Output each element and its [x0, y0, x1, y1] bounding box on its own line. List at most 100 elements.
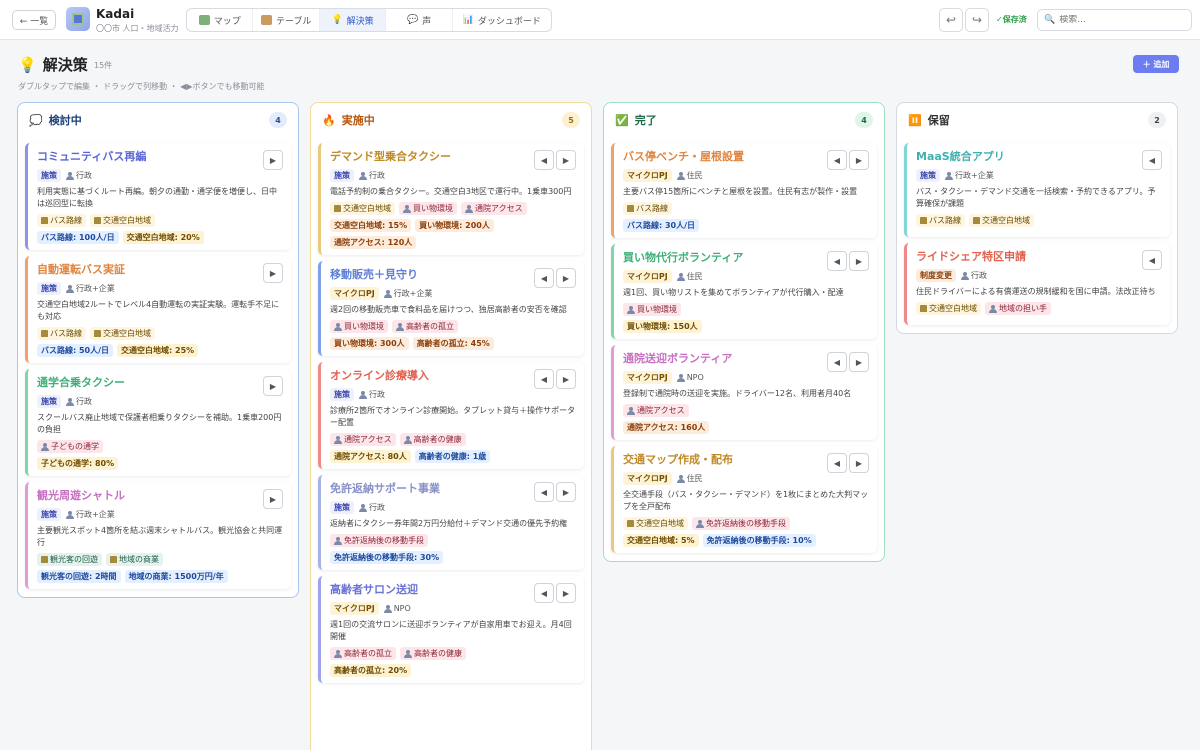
solution-card[interactable]: 高齢者サロン送迎 マイクロPJ NPO 週1回の交流サロンに送迎ボランティアが自家用車… [318, 576, 584, 683]
metric-badge: 高齢者の孤立: 45% [412, 337, 494, 350]
metric-badge: 免許返納後の移動手段: 30% [330, 551, 444, 564]
solution-card[interactable]: 通学合乗タクシー 施策 行政 スクールバス廃止地域で保護者相乗りタクシーを補助。1乗車… [25, 369, 291, 476]
issue-tag[interactable]: バス路線 [623, 202, 672, 215]
column-footer-space [604, 553, 884, 561]
solution-card[interactable]: 移動販売＋見守り マイクロPJ 行政+企業 週2回の移動販売車で食料品を届けつつ、独居… [318, 261, 584, 356]
move-right-button[interactable]: ▶ [556, 150, 576, 170]
issue-tag[interactable]: 地域の商業 [106, 553, 163, 566]
issue-tag[interactable]: 通院アクセス [461, 202, 527, 215]
issue-tag[interactable]: バス路線 [37, 327, 86, 340]
column-header[interactable]: 🔥 実施中 5 [311, 103, 591, 137]
issue-tag[interactable]: 地域の担い手 [985, 302, 1051, 315]
actor-label: 行政+企業 [66, 509, 115, 520]
undo-button[interactable]: ↩ [939, 8, 963, 32]
move-right-button[interactable]: ▶ [556, 583, 576, 603]
issue-tag[interactable]: 通院アクセス [330, 433, 396, 446]
metric-badge: バス路線: 50人/日 [37, 344, 114, 357]
actor-label: NPO [676, 373, 704, 382]
tab-solutions[interactable]: 💡 解決策 [319, 9, 387, 31]
issue-tag[interactable]: 交通空白地域 [623, 517, 688, 530]
linked-issues: 通院アクセス [623, 404, 869, 417]
move-left-button[interactable]: ◀ [827, 251, 847, 271]
move-right-button[interactable]: ▶ [263, 489, 283, 509]
move-left-button[interactable]: ◀ [827, 352, 847, 372]
back-to-list-button[interactable]: ← 一覧 [12, 10, 56, 30]
column-title: 実施中 [341, 114, 375, 127]
issue-tag[interactable]: 交通空白地域 [330, 202, 395, 215]
move-buttons: ▶ [263, 263, 283, 283]
issue-tag[interactable]: 交通空白地域 [90, 214, 155, 227]
issue-label: 交通空白地域 [103, 216, 151, 225]
move-buttons: ◀ ▶ [534, 369, 576, 389]
move-right-button[interactable]: ▶ [263, 376, 283, 396]
add-solution-button[interactable]: ＋ 追加 [1133, 55, 1179, 73]
move-right-button[interactable]: ▶ [263, 150, 283, 170]
move-right-button[interactable]: ▶ [849, 352, 869, 372]
move-left-button[interactable]: ◀ [534, 583, 554, 603]
solution-card[interactable]: 免許返納サポート事業 施策 行政 返納者にタクシー券年間2万円分給付＋デマンド交通の優… [318, 475, 584, 570]
move-right-button[interactable]: ▶ [849, 251, 869, 271]
issue-tag[interactable]: バス路線 [916, 214, 965, 227]
move-left-button[interactable]: ◀ [534, 268, 554, 288]
search-input[interactable] [1059, 15, 1180, 25]
issue-tag[interactable]: 高齢者の健康 [400, 647, 466, 660]
tab-voices[interactable]: 💬 声 [386, 9, 453, 31]
move-left-button[interactable]: ◀ [827, 150, 847, 170]
move-left-button[interactable]: ◀ [534, 150, 554, 170]
redo-button[interactable]: ↪ [965, 8, 989, 32]
solution-card[interactable]: 観光周遊シャトル 施策 行政+企業 主要観光スポット4箇所を結ぶ週末シャトルバス。観光… [25, 482, 291, 589]
issue-tag[interactable]: 交通空白地域 [916, 302, 981, 315]
column-header[interactable]: 💭 検討中 4 [18, 103, 298, 137]
issue-tag[interactable]: 免許返納後の移動手段 [330, 534, 428, 547]
actor-text: 行政+企業 [76, 284, 115, 293]
move-right-button[interactable]: ▶ [849, 453, 869, 473]
person-icon [403, 435, 412, 444]
card-description: 住民ドライバーによる有償運送の規制緩和を国に申請。法改正待ち [916, 287, 1156, 296]
metric-badge: 免許返納後の移動手段: 10% [702, 534, 816, 547]
issue-tag[interactable]: 買い物環境 [623, 303, 681, 316]
solution-card[interactable]: 買い物代行ボランティア マイクロPJ 住民 週1回、買い物リストを集めてボランティアが… [611, 244, 877, 339]
issue-tag[interactable]: 買い物環境 [399, 202, 457, 215]
solution-card[interactable]: デマンド型乗合タクシー 施策 行政 電話予約制の乗合タクシー。交通空白3地区で運行中。… [318, 143, 584, 255]
issue-tag[interactable]: 交通空白地域 [90, 327, 155, 340]
solution-card[interactable]: MaaS統合アプリ 施策 行政+企業 バス・タクシー・デマンド交通を一括検索・予約でき… [904, 143, 1170, 237]
chart-icon: 📊 [462, 15, 475, 25]
issue-tag[interactable]: バス路線 [37, 214, 86, 227]
tab-table[interactable]: テーブル [253, 9, 320, 31]
move-left-button[interactable]: ◀ [1142, 250, 1162, 270]
issue-tag[interactable]: 高齢者の孤立 [392, 320, 458, 333]
column-count-badge: 5 [562, 112, 580, 128]
issue-tag[interactable]: 買い物環境 [330, 320, 388, 333]
move-left-button[interactable]: ◀ [827, 453, 847, 473]
solution-card[interactable]: オンライン診療導入 施策 行政 診療所2箇所でオンライン診療開始。タブレット貸与＋操作… [318, 362, 584, 469]
move-right-button[interactable]: ▶ [556, 268, 576, 288]
issue-tag[interactable]: 免許返納後の移動手段 [692, 517, 790, 530]
move-right-button[interactable]: ▶ [849, 150, 869, 170]
issue-tag[interactable]: 高齢者の孤立 [330, 647, 396, 660]
column-header[interactable]: ⏸️ 保留 2 [897, 103, 1177, 137]
tab-map[interactable]: マップ [187, 9, 254, 31]
person-icon [66, 171, 74, 180]
issue-tag[interactable]: 子どもの通学 [37, 440, 103, 453]
move-right-button[interactable]: ▶ [556, 369, 576, 389]
issue-tag[interactable]: 通院アクセス [623, 404, 689, 417]
issue-tag[interactable]: 高齢者の健康 [399, 433, 466, 446]
column-header[interactable]: ✅ 完了 4 [604, 103, 884, 137]
move-left-button[interactable]: ◀ [1142, 150, 1162, 170]
solution-card[interactable]: 通院送迎ボランティア マイクロPJ NPO 登録制で通院時の送迎を実施。ドライバー12… [611, 345, 877, 440]
search-box[interactable]: 🔍 [1037, 9, 1192, 31]
tab-dashboard[interactable]: 📊 ダッシュボード [453, 9, 551, 31]
move-left-button[interactable]: ◀ [534, 482, 554, 502]
solution-card[interactable]: 交通マップ作成・配布 マイクロPJ 住民 全交通手段（バス・タクシー・デマンド）を1枚… [611, 446, 877, 553]
solution-card[interactable]: 自動運転バス実証 施策 行政+企業 交通空白地域2ルートでレベル4自動運転の実証実験。… [25, 256, 291, 363]
solution-card[interactable]: バス停ベンチ・屋根設置 マイクロPJ 住民 主要バス停15箇所にベンチと屋根を設置。住… [611, 143, 877, 238]
move-left-button[interactable]: ◀ [534, 369, 554, 389]
card-description: 登録制で通院時の送迎を実施。ドライバー12名、利用者月40名 [623, 389, 852, 398]
solution-card[interactable]: ライドシェア特区申請 制度変更 行政 住民ドライバーによる有償運送の規制緩和を国に申請… [904, 243, 1170, 325]
linked-issues: 子どもの通学 [37, 440, 283, 453]
issue-tag[interactable]: 観光客の回遊 [37, 553, 102, 566]
move-right-button[interactable]: ▶ [556, 482, 576, 502]
move-right-button[interactable]: ▶ [263, 263, 283, 283]
issue-tag[interactable]: 交通空白地域 [969, 214, 1034, 227]
solution-card[interactable]: コミュニティバス再編 施策 行政 利用実態に基づくルート再編。朝夕の通勤・通学便を増便… [25, 143, 291, 250]
